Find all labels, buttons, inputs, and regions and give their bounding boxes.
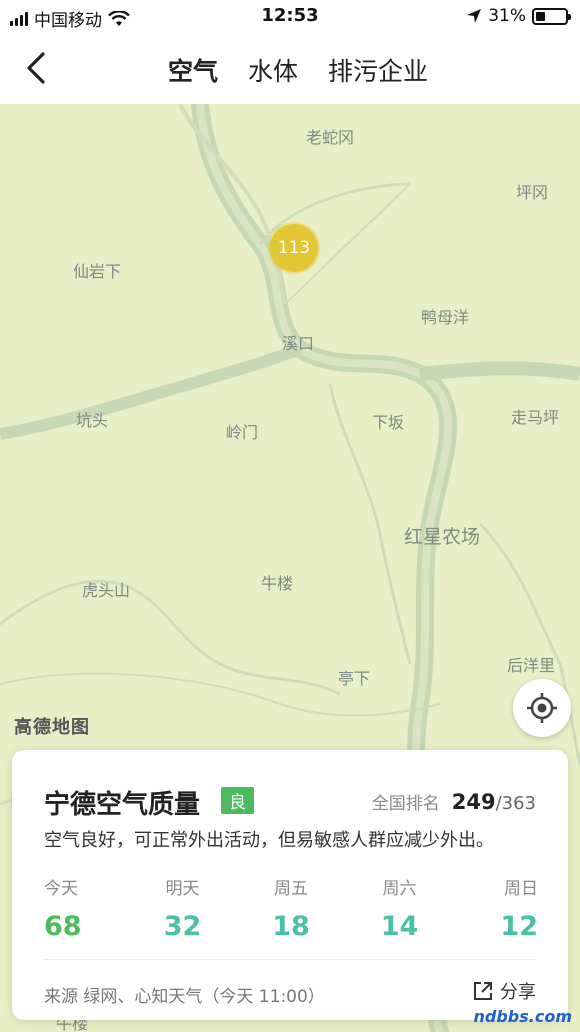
share-button[interactable]: 分享 — [472, 978, 536, 1004]
forecast-day: 周五 18 — [261, 874, 321, 942]
aqi-description: 空气良好，可正常外出活动，但易敏感人群应减少外出。 — [44, 830, 494, 851]
forecast-day-value: 12 — [500, 911, 538, 942]
status-bar: 中国移动 12:53 31% — [0, 0, 580, 34]
aqi-level-badge: 良 — [221, 787, 254, 814]
battery-fill — [536, 11, 545, 21]
map-label: 后洋里 — [507, 656, 556, 675]
forecast-day: 周日 12 — [478, 874, 538, 942]
rank-numbers: 249/363 — [452, 790, 536, 814]
national-rank: 全国排名 249/363 — [372, 789, 536, 814]
forecast-day-label: 周六 — [382, 879, 417, 899]
location-arrow-icon — [467, 9, 482, 23]
map-label: 老蛇冈 — [306, 128, 355, 147]
forecast-day-label: 明天 — [165, 879, 200, 899]
forecast-day-value: 18 — [272, 911, 310, 942]
forecast-row: 今天 68 明天 32 周五 18 周六 14 周日 12 — [44, 874, 538, 942]
map-label: 虎头山 — [82, 581, 131, 600]
tab-water[interactable]: 水体 — [248, 52, 298, 98]
map-label: 下坂 — [372, 413, 405, 432]
share-label: 分享 — [500, 982, 536, 1003]
rank-total: /363 — [495, 793, 536, 814]
map-provider-logo: 高德地图 — [14, 717, 90, 738]
tab-bar: 空气 水体 排污企业 — [168, 52, 428, 114]
tab-polluters[interactable]: 排污企业 — [328, 52, 428, 98]
aqi-cluster-marker[interactable]: 113 — [270, 224, 318, 272]
forecast-day: 今天 68 — [44, 874, 104, 942]
locate-button[interactable] — [513, 679, 571, 737]
battery-percent: 31% — [488, 6, 526, 26]
card-title: 宁德空气质量 — [44, 790, 201, 820]
crosshair-icon — [527, 693, 557, 723]
forecast-day-label: 今天 — [44, 879, 78, 899]
forecast-day-value: 14 — [380, 911, 419, 942]
forecast-day-label: 周五 — [274, 879, 308, 899]
forecast-day: 周六 14 — [370, 874, 430, 942]
forecast-day-value: 32 — [163, 911, 202, 942]
rank-value: 249 — [451, 790, 496, 814]
chevron-left-icon — [27, 52, 45, 84]
map-label: 鸭母洋 — [421, 308, 470, 327]
back-button[interactable] — [18, 48, 54, 88]
air-quality-card: 宁德空气质量 良 全国排名 249/363 空气良好，可正常外出活动，但易敏感人… — [12, 750, 568, 1020]
map-label: 牛楼 — [261, 574, 294, 593]
map-label: 亭下 — [338, 669, 371, 688]
watermark-logo: ndbbs.com — [473, 1007, 573, 1026]
map-label: 岭门 — [226, 423, 259, 442]
card-divider — [44, 959, 536, 960]
data-source: 来源 绿网、心知天气（今天 11:00） — [44, 987, 325, 1007]
map-label: 坪冈 — [516, 183, 549, 202]
map-label: 走马坪 — [511, 408, 560, 427]
nav-bar: 空气 水体 排污企业 — [0, 34, 580, 114]
battery-icon — [532, 7, 571, 25]
rank-label: 全国排名 — [371, 794, 440, 814]
map-label: 坑头 — [76, 411, 109, 430]
map-label: 仙岩下 — [73, 262, 122, 281]
tab-air[interactable]: 空气 — [168, 52, 219, 114]
forecast-day-value: 68 — [44, 911, 82, 942]
map-label: 红星农场 — [404, 526, 481, 548]
share-icon — [474, 982, 492, 1000]
map-label: 溪口 — [282, 334, 315, 353]
forecast-day-label: 周日 — [504, 879, 538, 899]
forecast-day: 明天 32 — [153, 874, 213, 942]
status-right: 31% — [466, 6, 571, 26]
